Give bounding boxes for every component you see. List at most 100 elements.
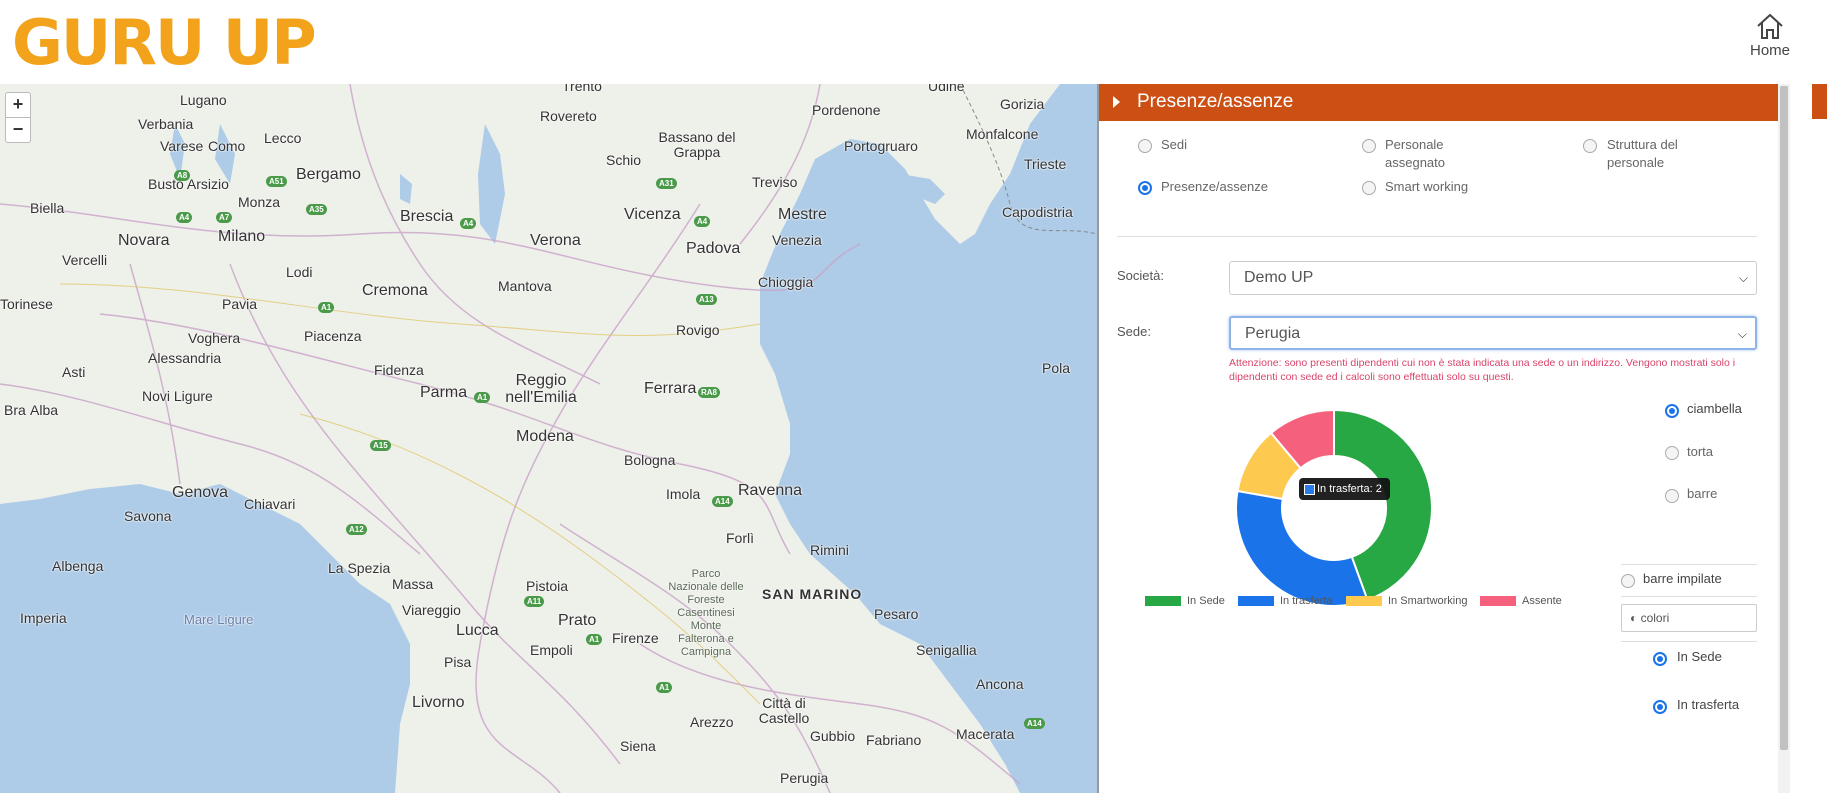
societa-select[interactable]: Demo UP ⌵ (1229, 261, 1757, 295)
map-label: Milano (218, 228, 266, 245)
map-label: Pordenone (812, 102, 881, 118)
legend-item-in-trasferta[interactable]: In trasferta (1238, 595, 1333, 609)
map-label: Torinese (0, 296, 53, 312)
radio-presenze-assenze[interactable] (1138, 181, 1152, 195)
legend-swatch (1145, 596, 1181, 607)
scroll-thumb[interactable] (1780, 86, 1788, 750)
colori-label: colori (1640, 611, 1670, 625)
map-label: Novi Ligure (142, 388, 213, 404)
panel-title: Presenze/assenze (1137, 91, 1294, 112)
radio-struttura-personale[interactable] (1583, 139, 1597, 153)
legend-label: In trasferta (1280, 595, 1333, 607)
side-panel: Presenze/assenze Sedi Personale assegnat… (1097, 84, 1780, 793)
societa-label: Società: (1117, 268, 1164, 283)
guru-up-logo[interactable]: GURU UP (12, 6, 332, 76)
chevron-down-icon: ⌵ (1738, 271, 1748, 285)
radio-barre-impilate[interactable] (1621, 574, 1635, 588)
map-label: Verbania (138, 116, 194, 132)
map-label: Piacenza (304, 328, 362, 344)
map-label: Ancona (976, 676, 1024, 692)
map-label: Udine (928, 84, 965, 94)
map-label: Siena (620, 738, 656, 754)
radio-barre[interactable] (1665, 489, 1679, 503)
map-label: Varese (160, 138, 204, 154)
zoom-in-button[interactable]: + (5, 92, 31, 118)
map-label: Albenga (52, 558, 104, 574)
legend-item-in-smartworking[interactable]: In Smartworking (1346, 595, 1467, 609)
radio-label-color-in-trasferta: In trasferta (1677, 697, 1740, 712)
home-icon (1757, 13, 1783, 39)
societa-value: Demo UP (1244, 269, 1314, 286)
radio-label-sedi: Sedi (1161, 137, 1188, 152)
map-view[interactable]: + − Lugano Rovereto Trento Pordenone Udi… (0, 84, 1097, 793)
map-label: Pola (1042, 360, 1071, 376)
map-label: SAN MARINO (762, 586, 863, 602)
radio-color-in-sede[interactable] (1653, 652, 1667, 666)
map-label: Brescia (400, 208, 454, 225)
map-label: Treviso (752, 174, 798, 190)
radio-smart-working[interactable] (1362, 181, 1376, 195)
app-header: GURU UP Home (0, 0, 1827, 84)
panel-scrollbar[interactable] (1778, 84, 1790, 793)
map-label: Alba (30, 402, 59, 418)
map-label: Savona (124, 508, 172, 524)
map-label: Verona (530, 232, 581, 249)
map-label: Lodi (286, 264, 313, 280)
map-label: La Spezia (328, 560, 391, 576)
zoom-out-button[interactable]: − (5, 117, 31, 143)
map-label: Alessandria (148, 350, 222, 366)
legend-label: Assente (1522, 595, 1562, 607)
radio-label-personale-assegnato: Personale assegnato (1385, 137, 1445, 170)
map-label: Biella (30, 200, 65, 216)
map-label: Empoli (530, 642, 573, 658)
home-button[interactable]: Home (1742, 12, 1798, 59)
radio-sedi[interactable] (1138, 139, 1152, 153)
slice-in-trasferta[interactable] (1235, 489, 1369, 607)
map-label: Pisa (444, 654, 472, 670)
divider (1621, 641, 1757, 642)
tooltip-swatch (1304, 484, 1315, 495)
radio-personale-assegnato[interactable] (1362, 139, 1376, 153)
map-label: Monza (238, 194, 281, 210)
legend-swatch (1480, 596, 1516, 607)
map-label: Lucca (456, 622, 499, 639)
presence-donut-chart[interactable] (1219, 393, 1449, 623)
radio-ciambella[interactable] (1665, 404, 1679, 418)
home-label: Home (1749, 42, 1790, 59)
map-label: Schio (606, 152, 642, 168)
map-label: Trieste (1024, 156, 1067, 172)
divider (1117, 236, 1757, 237)
warning-message: Attenzione: sono presenti dipendenti cui… (1229, 357, 1736, 383)
map-label: Lugano (180, 92, 227, 108)
map-label: Viareggio (402, 602, 461, 618)
map-label: Novara (118, 232, 170, 249)
radio-label-barre: barre (1687, 486, 1718, 501)
map-label: Capodistria (1002, 204, 1073, 220)
map-label: Monfalcone (966, 126, 1039, 142)
map-label: Parma (420, 384, 468, 401)
sede-select[interactable]: Perugia ⌵ (1229, 316, 1757, 350)
map-label: Venezia (772, 232, 822, 248)
caret-right-icon[interactable] (1113, 96, 1120, 108)
divider (1621, 596, 1757, 597)
legend-swatch (1238, 596, 1274, 607)
colori-field[interactable]: ◐ colori (1621, 604, 1757, 632)
radio-torta[interactable] (1665, 446, 1679, 460)
map-label: Massa (392, 576, 434, 592)
map-label: Arezzo (690, 714, 734, 730)
legend-item-in-sede[interactable]: In Sede (1145, 595, 1225, 609)
edge-tab[interactable] (1812, 84, 1827, 119)
map-label: Vercelli (62, 252, 108, 268)
legend-item-assente[interactable]: Assente (1480, 595, 1562, 609)
legend-label: In Smartworking (1388, 595, 1468, 607)
map-label: Lecco (264, 130, 302, 146)
map-label: Mare Ligure (184, 612, 254, 627)
map-label: Pavia (222, 296, 258, 312)
sede-label: Sede: (1117, 324, 1151, 339)
radio-color-in-trasferta[interactable] (1653, 700, 1667, 714)
radio-label-presenze-assenze: Presenze/assenze (1161, 179, 1268, 194)
radio-label-color-in-sede: In Sede (1677, 649, 1722, 664)
map-label: Vicenza (624, 206, 681, 223)
panel-header[interactable]: Presenze/assenze (1099, 84, 1780, 121)
map-label: Rimini (810, 542, 849, 558)
